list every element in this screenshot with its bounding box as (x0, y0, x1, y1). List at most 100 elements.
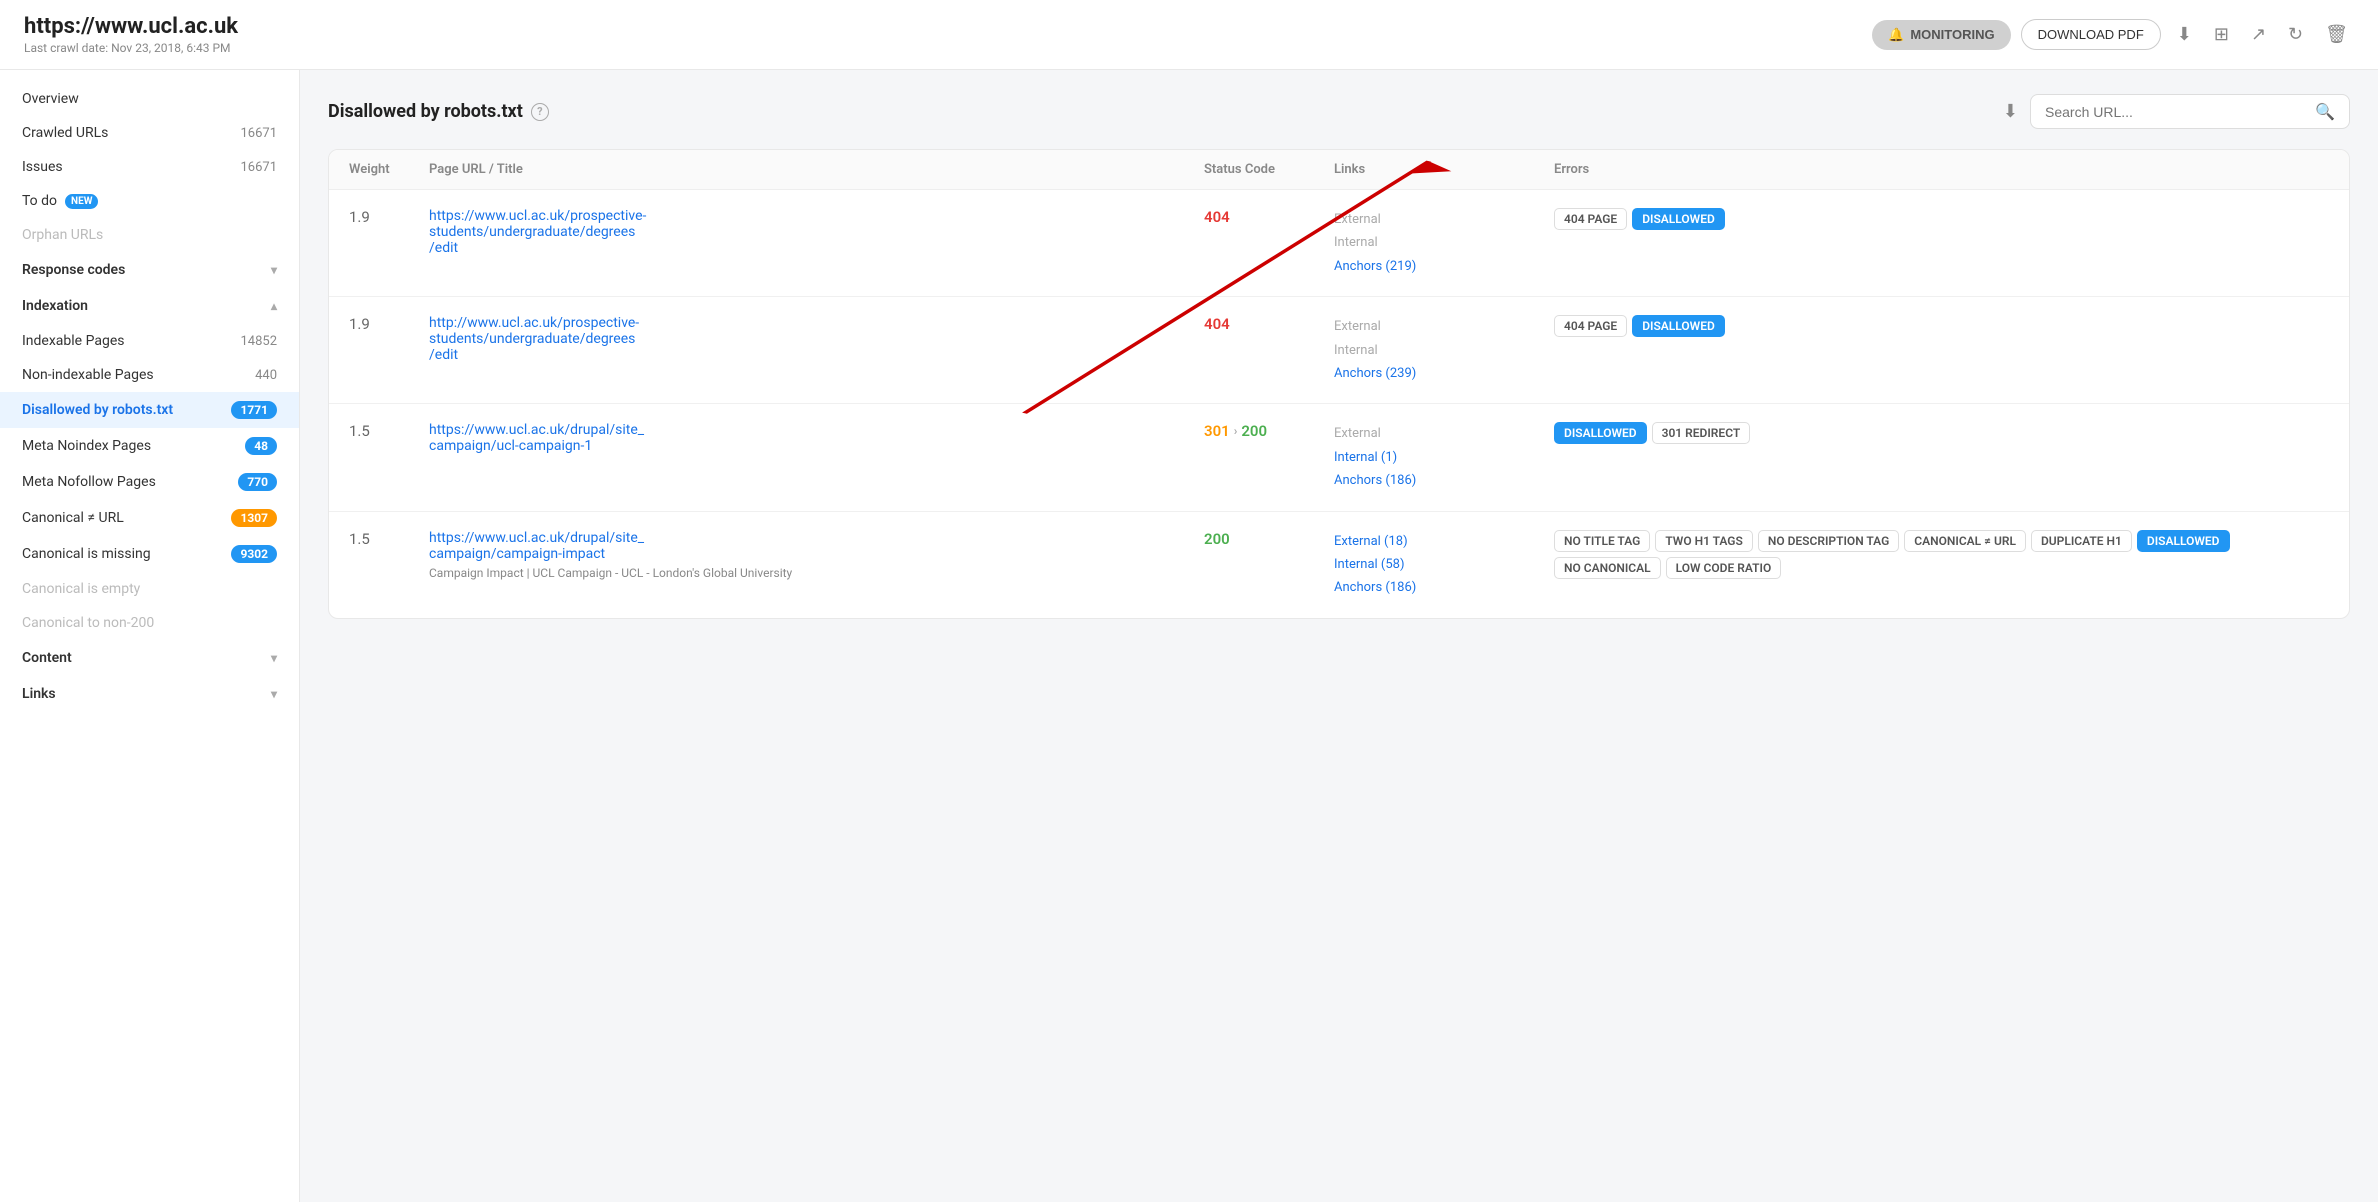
sitemap-icon-button[interactable]: ⊞ (2208, 20, 2235, 49)
row4-status-code: 200 (1204, 530, 1230, 548)
row4-anchors[interactable]: Anchors (186) (1334, 576, 1554, 599)
row1-url-link[interactable]: https://www.ucl.ac.uk/prospective-studen… (429, 208, 646, 256)
row4-error-nocanonical: NO CANONICAL (1554, 557, 1661, 579)
row2-url: http://www.ucl.ac.uk/prospective-student… (429, 315, 1204, 363)
sidebar-item-indexable-pages[interactable]: Indexable Pages 14852 (0, 324, 299, 358)
data-table: Weight Page URL / Title Status Code Link… (328, 149, 2350, 619)
chevron-down-icon: ▾ (271, 263, 277, 277)
sidebar-section-indexation[interactable]: Indexation ▴ (0, 288, 299, 324)
col-header-links: Links (1334, 162, 1554, 177)
row3-internal[interactable]: Internal (1) (1334, 446, 1554, 469)
bell-icon: 🔔 (1888, 27, 1904, 43)
row2-status-code: 404 (1204, 315, 1230, 333)
sidebar-item-canonical-neq-url[interactable]: Canonical ≠ URL 1307 (0, 500, 299, 536)
row2-links: External Internal Anchors (239) (1334, 315, 1554, 385)
sidebar-item-meta-nofollow[interactable]: Meta Nofollow Pages 770 (0, 464, 299, 500)
sidebar-item-disallowed-robots[interactable]: Disallowed by robots.txt 1771 (0, 392, 299, 428)
row4-links: External (18) Internal (58) Anchors (186… (1334, 530, 1554, 600)
row2-url-link[interactable]: http://www.ucl.ac.uk/prospective-student… (429, 315, 639, 363)
download-icon-button[interactable]: ⬇ (2171, 20, 2198, 49)
row1-anchors[interactable]: Anchors (219) (1334, 255, 1554, 278)
table-row: 1.9 https://www.ucl.ac.uk/prospective-st… (329, 190, 2349, 297)
sidebar-item-canonical-empty[interactable]: Canonical is empty (0, 572, 299, 606)
search-icon: 🔍 (2315, 102, 2335, 121)
row4-external[interactable]: External (18) (1334, 530, 1554, 553)
row1-internal: Internal (1334, 231, 1554, 254)
row2-internal: Internal (1334, 339, 1554, 362)
row1-error-disallowed: DISALLOWED (1632, 208, 1725, 230)
delete-icon-button[interactable]: 🗑 (2319, 20, 2354, 49)
chevron-down-icon-links: ▾ (271, 687, 277, 701)
header-right: 🔔 MONITORING DOWNLOAD PDF ⬇ ⊞ ↗ ↻ 🗑 (1872, 19, 2354, 50)
canonical-missing-badge: 9302 (231, 545, 277, 563)
sidebar-item-meta-noindex[interactable]: Meta Noindex Pages 48 (0, 428, 299, 464)
sidebar-section-content[interactable]: Content ▾ (0, 640, 299, 676)
row2-anchors[interactable]: Anchors (239) (1334, 362, 1554, 385)
table-top-bar: Disallowed by robots.txt ? ⬇ 🔍 (328, 94, 2350, 129)
row2-weight: 1.9 (349, 315, 429, 333)
search-url-input[interactable] (2045, 104, 2307, 120)
row1-error-404page: 404 PAGE (1554, 208, 1627, 230)
row3-url-link[interactable]: https://www.ucl.ac.uk/drupal/site_campai… (429, 422, 644, 454)
refresh-icon-button[interactable]: ↻ (2282, 20, 2309, 49)
sidebar: Overview Crawled URLs 16671 Issues 16671… (0, 70, 300, 1202)
monitoring-label: MONITORING (1910, 27, 1994, 42)
row4-error-notitletag: NO TITLE TAG (1554, 530, 1650, 552)
sidebar-item-todo[interactable]: To do NEW (0, 184, 299, 218)
row3-external: External (1334, 422, 1554, 445)
row3-weight: 1.5 (349, 422, 429, 440)
row1-url: https://www.ucl.ac.uk/prospective-studen… (429, 208, 1204, 256)
search-url-box: 🔍 (2030, 94, 2350, 129)
row3-error-301redirect: 301 REDIRECT (1652, 422, 1751, 444)
sidebar-item-orphan-urls[interactable]: Orphan URLs (0, 218, 299, 252)
sidebar-item-canonical-missing[interactable]: Canonical is missing 9302 (0, 536, 299, 572)
row3-status: 301 › 200 (1204, 422, 1334, 440)
sidebar-section-response-codes[interactable]: Response codes ▾ (0, 252, 299, 288)
table-title-area: Disallowed by robots.txt ? (328, 101, 549, 122)
canonical-neq-badge: 1307 (231, 509, 277, 527)
row1-links: External Internal Anchors (219) (1334, 208, 1554, 278)
row4-url-link[interactable]: https://www.ucl.ac.uk/drupal/site_campai… (429, 530, 644, 562)
content-wrapper: Disallowed by robots.txt ? ⬇ 🔍 Weight Pa… (328, 94, 2350, 619)
row1-external: External (1334, 208, 1554, 231)
download-pdf-button[interactable]: DOWNLOAD PDF (2021, 19, 2161, 50)
table-download-icon[interactable]: ⬇ (2003, 101, 2018, 122)
row4-page-title: Campaign Impact | UCL Campaign - UCL - L… (429, 566, 1204, 580)
table-title-right: ⬇ 🔍 (2003, 94, 2350, 129)
crawled-urls-count: 16671 (240, 126, 277, 141)
row3-links: External Internal (1) Anchors (186) (1334, 422, 1554, 492)
col-header-errors: Errors (1554, 162, 2329, 177)
row4-errors: NO TITLE TAG TWO H1 TAGS NO DESCRIPTION … (1554, 530, 2329, 579)
sidebar-item-non-indexable-pages[interactable]: Non-indexable Pages 440 (0, 358, 299, 392)
issues-count: 16671 (240, 160, 277, 175)
last-crawl-date: Last crawl date: Nov 23, 2018, 6:43 PM (24, 41, 238, 55)
sidebar-section-links[interactable]: Links ▾ (0, 676, 299, 712)
monitoring-button[interactable]: 🔔 MONITORING (1872, 20, 2010, 50)
help-icon[interactable]: ? (531, 103, 549, 121)
col-header-status: Status Code (1204, 162, 1334, 177)
meta-nofollow-badge: 770 (238, 473, 277, 491)
sidebar-item-crawled-urls[interactable]: Crawled URLs 16671 (0, 116, 299, 150)
row3-anchors[interactable]: Anchors (186) (1334, 469, 1554, 492)
header: https://www.ucl.ac.uk Last crawl date: N… (0, 0, 2378, 70)
col-header-page-url: Page URL / Title (429, 162, 1204, 177)
site-url: https://www.ucl.ac.uk (24, 14, 238, 39)
row2-status: 404 (1204, 315, 1334, 333)
row4-status: 200 (1204, 530, 1334, 548)
row3-status-200: 200 (1241, 422, 1267, 440)
row3-arrow-icon: › (1234, 424, 1238, 438)
table-row: 1.9 http://www.ucl.ac.uk/prospective-stu… (329, 297, 2349, 404)
row4-error-canonicalneq: CANONICAL ≠ URL (1904, 530, 2026, 552)
table-column-headers: Weight Page URL / Title Status Code Link… (329, 150, 2349, 190)
sidebar-item-canonical-non200[interactable]: Canonical to non-200 (0, 606, 299, 640)
row1-status-code: 404 (1204, 208, 1230, 226)
share-icon-button[interactable]: ↗ (2245, 20, 2272, 49)
header-left: https://www.ucl.ac.uk Last crawl date: N… (24, 14, 238, 55)
row4-error-twoh1tags: TWO H1 TAGS (1655, 530, 1753, 552)
sidebar-item-issues[interactable]: Issues 16671 (0, 150, 299, 184)
row2-error-disallowed: DISALLOWED (1632, 315, 1725, 337)
row1-errors: 404 PAGE DISALLOWED (1554, 208, 2329, 230)
chevron-up-icon: ▴ (271, 299, 277, 313)
row4-internal[interactable]: Internal (58) (1334, 553, 1554, 576)
sidebar-item-overview[interactable]: Overview (0, 82, 299, 116)
